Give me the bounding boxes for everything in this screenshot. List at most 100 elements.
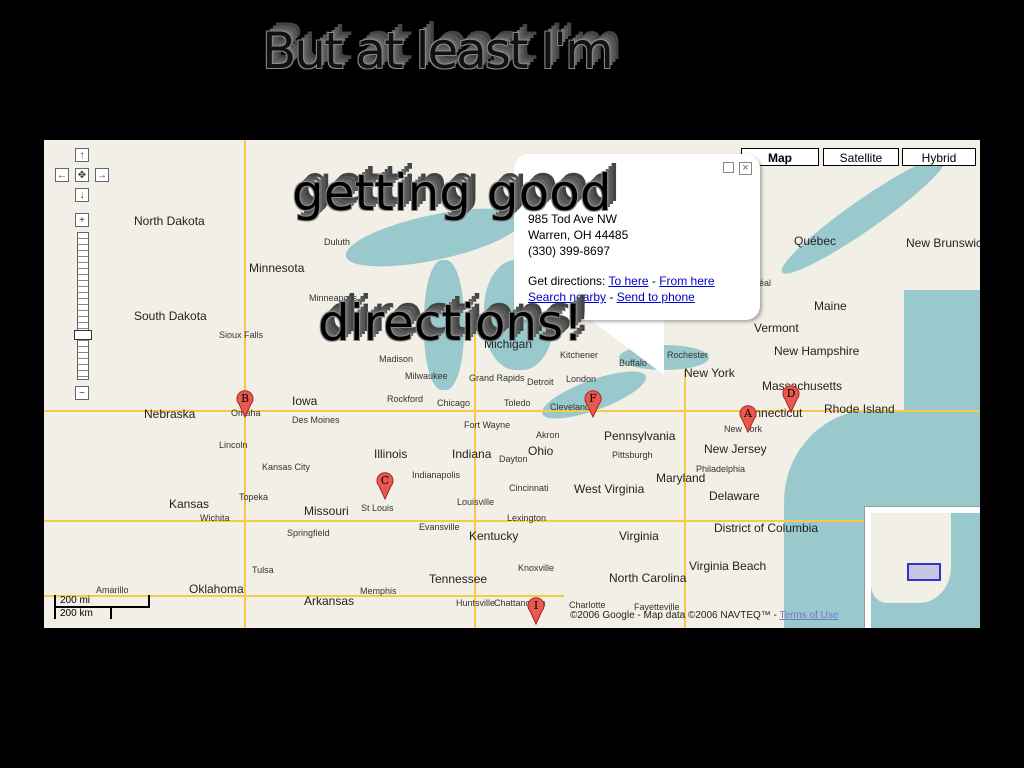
road — [244, 140, 246, 628]
city-label: Springfield — [287, 528, 330, 538]
region-label: Iowa — [292, 394, 318, 408]
region-label: Indiana — [452, 447, 492, 461]
separator: - — [609, 290, 614, 304]
region-label: Massachusetts — [762, 379, 843, 393]
marker-letter: A — [744, 407, 752, 420]
city-label: Tulsa — [252, 565, 274, 575]
city-label: Madison — [379, 354, 414, 364]
city-label: Milwaukee — [405, 371, 448, 381]
city-label: Indianapolis — [412, 470, 461, 480]
from-here-link[interactable]: From here — [659, 274, 714, 288]
overview-land — [871, 513, 951, 603]
city-label: Cincinnati — [509, 483, 549, 493]
marker-letter: C — [380, 474, 390, 487]
region-label: Arkansas — [304, 594, 355, 608]
overview-map[interactable] — [864, 506, 980, 628]
zoom-out-button[interactable]: − — [75, 386, 89, 400]
marker-letter: F — [589, 392, 597, 405]
city-label: Rochester — [667, 350, 709, 360]
map-marker-d[interactable]: D — [782, 385, 800, 414]
region-label: District of Columbia — [714, 521, 819, 535]
pan-right-button[interactable]: → — [95, 168, 109, 182]
map-marker-i[interactable]: I — [527, 597, 545, 626]
region-label: Rhode Island — [824, 402, 895, 416]
zoom-slider[interactable] — [77, 232, 89, 380]
copyright: ©2006 Google - Map data ©2006 NAVTEQ™ - … — [570, 610, 838, 621]
marker-letter: I — [533, 599, 539, 612]
road — [684, 370, 686, 628]
city-label: Akron — [536, 430, 560, 440]
city-label: Lexington — [507, 513, 547, 523]
city-label: Topeka — [239, 492, 269, 502]
city-label: Huntsville — [456, 598, 496, 608]
city-label: Dayton — [499, 454, 528, 464]
city-label: St Louis — [361, 503, 394, 513]
scale-km: 200 km — [54, 608, 112, 619]
to-here-link[interactable]: To here — [609, 274, 649, 288]
region-label: New Hampshire — [774, 344, 860, 358]
city-label: Grand Rapids — [469, 373, 525, 383]
directions-row: Get directions: To here - From here — [528, 274, 715, 288]
maximize-icon[interactable] — [723, 162, 734, 173]
region-label: Tennessee — [429, 572, 488, 586]
city-label: Detroit — [527, 377, 554, 387]
zoom-slider-handle[interactable] — [74, 330, 92, 340]
region-label: Minnesota — [249, 261, 305, 275]
send-to-phone-link[interactable]: Send to phone — [617, 290, 695, 304]
map-marker-c[interactable]: C — [376, 472, 394, 501]
zoom-in-button[interactable]: + — [75, 213, 89, 227]
city-label: Amarillo — [96, 585, 129, 595]
caption-line-3: directions! — [318, 294, 584, 352]
pan-center-button[interactable]: ✥ — [75, 168, 89, 182]
map-type-hybrid-button[interactable]: Hybrid — [902, 148, 976, 166]
terms-of-use-link[interactable]: Terms of Use — [779, 610, 838, 621]
region-label: Kansas — [169, 497, 210, 511]
city-label: Des Moines — [292, 415, 340, 425]
scale-miles: 200 mi — [54, 595, 150, 608]
caption-line-2: getting good — [292, 164, 612, 222]
city-label: Chicago — [437, 398, 471, 408]
city-label: Wichita — [200, 513, 230, 523]
map-marker-a[interactable]: A — [739, 405, 757, 434]
separator: - — [651, 274, 656, 288]
region-label: South Dakota — [134, 309, 207, 323]
region-label: Québec — [794, 234, 837, 248]
close-icon[interactable]: × — [739, 162, 752, 175]
directions-label: Get directions: — [528, 274, 606, 288]
marker-letter: B — [240, 392, 250, 405]
region-label: Delaware — [709, 489, 760, 503]
atlantic-ocean-north — [904, 290, 980, 440]
city-label: Pittsburgh — [612, 450, 653, 460]
map-marker-b[interactable]: B — [236, 390, 254, 419]
region-label: New Brunswick — [906, 236, 980, 250]
region-label: Virginia — [619, 529, 659, 543]
city-label: Memphis — [360, 586, 397, 596]
region-label: Pennsylvania — [604, 429, 676, 443]
city-label: Louisville — [457, 497, 495, 507]
city-label: Charlotte — [569, 600, 606, 610]
caption-line-1: But at least I'm — [262, 22, 614, 80]
pan-down-button[interactable]: ↓ — [75, 188, 89, 202]
city-label: Knoxville — [518, 563, 555, 573]
overview-viewport[interactable] — [907, 563, 941, 581]
map-type-satellite-button[interactable]: Satellite — [823, 148, 899, 166]
region-label: North Carolina — [609, 571, 687, 585]
pan-up-button[interactable]: ↑ — [75, 148, 89, 162]
city-label: Evansville — [419, 522, 460, 532]
city-label: Kansas City — [262, 462, 311, 472]
region-label: Ohio — [528, 444, 554, 458]
scale-bar: 200 mi 200 km — [54, 595, 150, 619]
region-label: Oklahoma — [189, 582, 244, 596]
copyright-text: ©2006 Google - Map data ©2006 NAVTEQ™ - — [570, 610, 777, 621]
city-label: Lincoln — [219, 440, 248, 450]
region-label: Vermont — [754, 321, 799, 335]
address-line-2: Warren, OH 44485 — [528, 228, 629, 242]
map-marker-f[interactable]: F — [584, 390, 602, 419]
phone-number: (330) 399-8697 — [528, 244, 611, 258]
city-label: Fort Wayne — [464, 420, 511, 430]
region-label: North Dakota — [134, 214, 205, 228]
city-label: Duluth — [324, 237, 351, 247]
city-label: London — [566, 374, 597, 384]
marker-letter: D — [786, 387, 796, 400]
pan-left-button[interactable]: ← — [55, 168, 69, 182]
